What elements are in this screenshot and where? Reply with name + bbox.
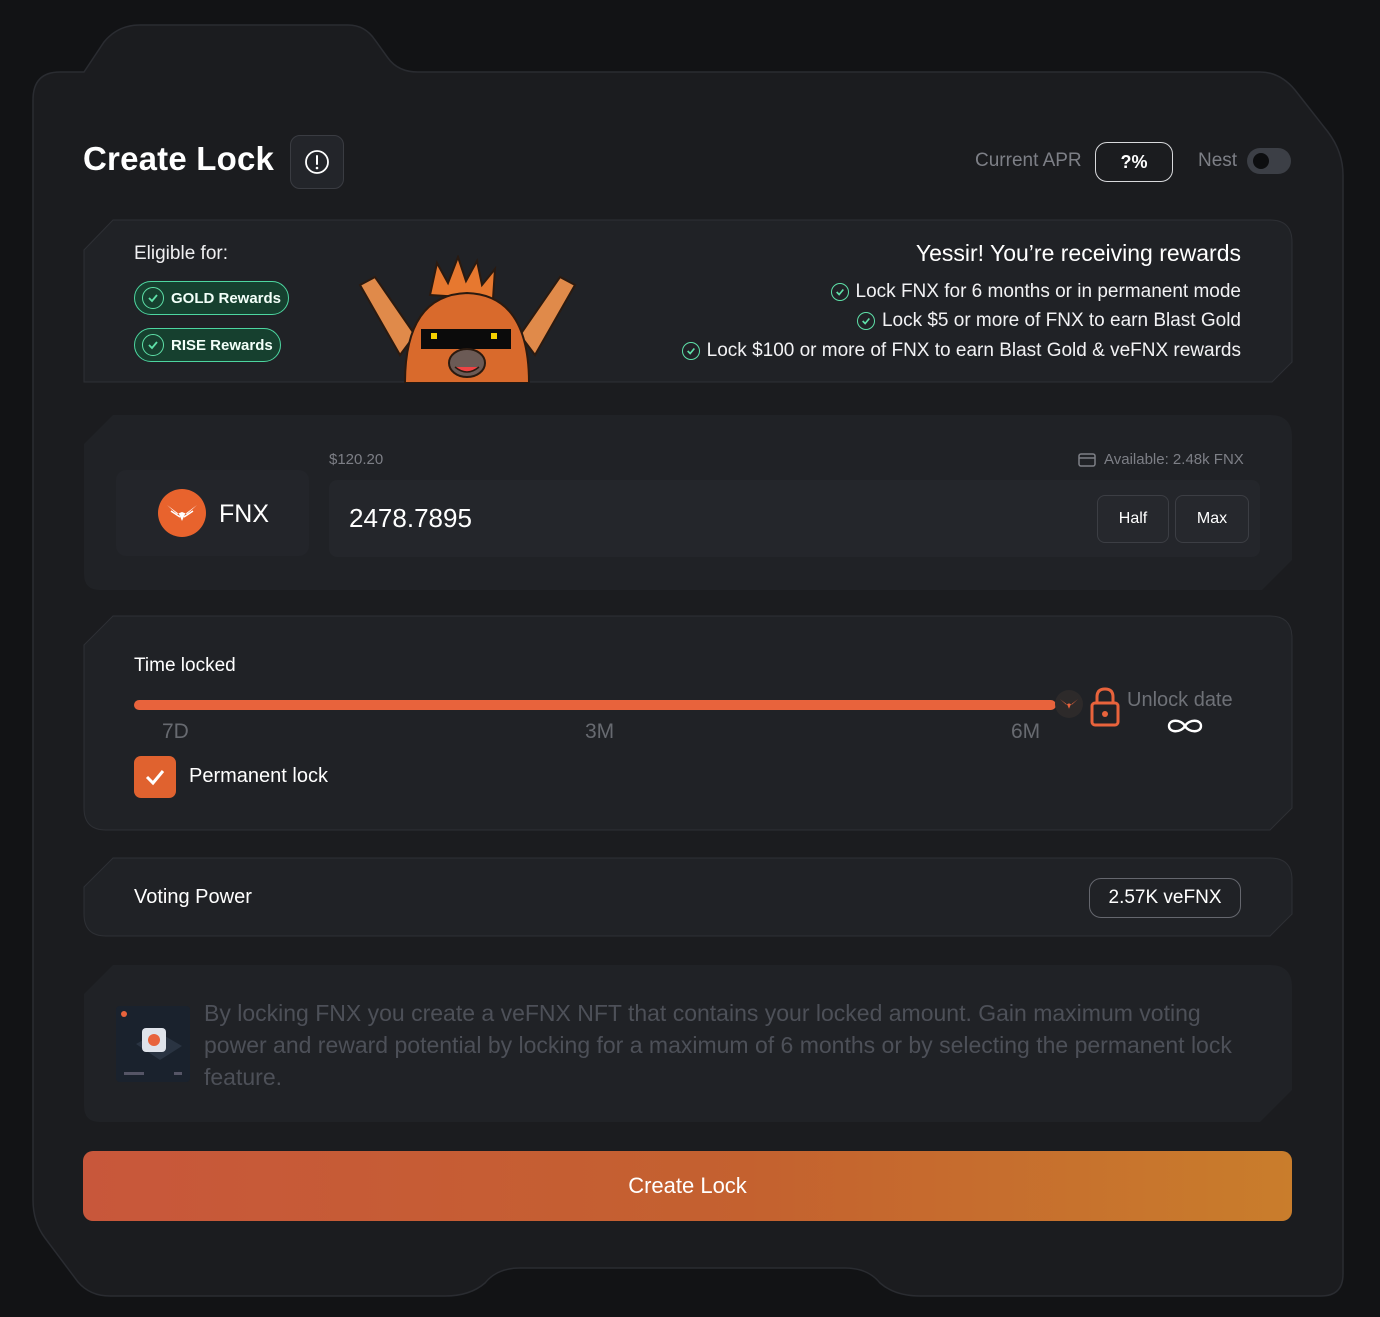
reward-requirement: Lock FNX for 6 months or in permanent mo… — [830, 281, 1241, 303]
time-locked-label: Time locked — [134, 655, 236, 676]
voting-power-label: Voting Power — [134, 886, 252, 908]
fnx-token-icon — [158, 489, 206, 537]
available-text: Available: 2.48k FNX — [1104, 451, 1244, 468]
tick-label: 6M — [1011, 720, 1041, 743]
check-circle-icon — [830, 283, 849, 301]
available-balance: Available: 2.48k FNX — [1078, 451, 1244, 468]
unlock-date-label: Unlock date — [1127, 689, 1233, 711]
eligible-label: Eligible for: — [134, 243, 228, 264]
slider-thumb[interactable] — [1055, 690, 1083, 718]
token-selector[interactable]: FNX — [116, 470, 309, 556]
gold-rewards-badge: GOLD Rewards — [134, 281, 290, 315]
info-button[interactable] — [290, 135, 344, 189]
page-title: Create Lock — [83, 140, 275, 177]
wallet-icon — [1078, 452, 1096, 467]
reward-requirement-text: Lock $100 or more of FNX to earn Blast G… — [706, 340, 1241, 361]
mascot-image — [358, 255, 577, 383]
rewards-headline: Yessir! You’re receiving rewards — [915, 240, 1241, 266]
nest-label: Nest — [1198, 150, 1238, 171]
amount-value[interactable]: 2478.7895 — [349, 503, 472, 534]
permanent-lock-label[interactable]: Permanent lock — [189, 765, 328, 788]
toggle-knob — [1253, 153, 1269, 169]
fnx-logo-icon — [1060, 699, 1078, 709]
check-circle-icon — [856, 312, 875, 330]
tick-label: 7D — [162, 720, 189, 743]
badge-label: RISE Rewards — [171, 336, 273, 354]
infinity-icon — [1167, 719, 1203, 733]
create-lock-button[interactable]: Create Lock — [83, 1151, 1292, 1221]
lock-duration-slider[interactable] — [134, 700, 1056, 710]
lock-icon — [1090, 687, 1120, 727]
half-button[interactable]: Half — [1097, 495, 1169, 543]
vefnx-nft-thumbnail — [116, 1006, 190, 1082]
reward-requirement: Lock $100 or more of FNX to earn Blast G… — [681, 340, 1241, 362]
check-circle-icon — [142, 334, 164, 356]
tick-label: 3M — [585, 720, 615, 743]
reward-requirement-text: Lock FNX for 6 months or in permanent mo… — [855, 281, 1241, 302]
lock-description: By locking FNX you create a veFNX NFT th… — [204, 1000, 1232, 1090]
token-symbol: FNX — [219, 500, 269, 528]
apr-label: Current APR — [975, 150, 1082, 171]
checkmark-icon — [145, 770, 165, 786]
check-circle-icon — [142, 287, 164, 309]
badge-label: GOLD Rewards — [171, 289, 282, 307]
usd-value: $120.20 — [329, 451, 384, 468]
check-circle-icon — [681, 342, 700, 360]
info-icon — [305, 150, 329, 174]
max-button[interactable]: Max — [1175, 495, 1249, 543]
reward-requirement: Lock $5 or more of FNX to earn Blast Gol… — [856, 310, 1241, 332]
rise-rewards-badge: RISE Rewards — [134, 328, 281, 362]
nest-toggle[interactable] — [1247, 148, 1291, 174]
voting-power-value: 2.57K veFNX — [1089, 878, 1241, 918]
reward-requirement-text: Lock $5 or more of FNX to earn Blast Gol… — [881, 310, 1241, 331]
apr-value: ?% — [1095, 142, 1173, 182]
permanent-lock-checkbox[interactable] — [134, 756, 176, 798]
